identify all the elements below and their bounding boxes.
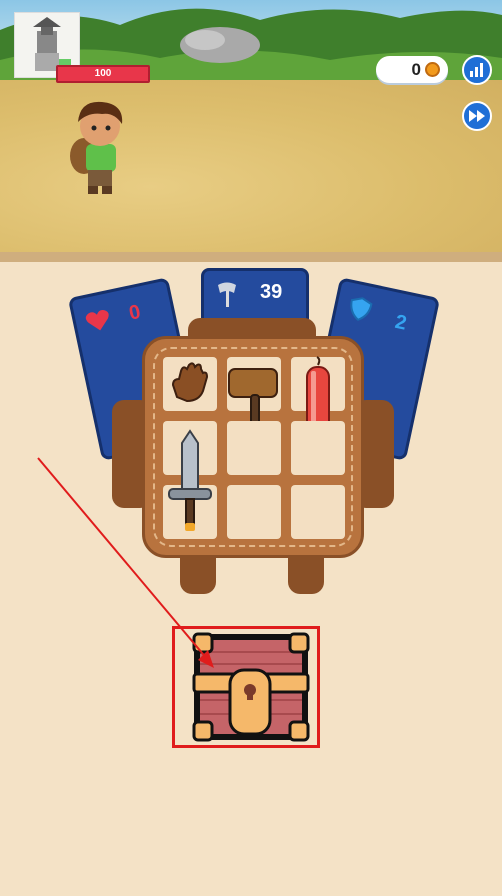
hero-character (70, 101, 123, 194)
attack-value: 39 (260, 281, 283, 303)
inventory-slot-3[interactable] (291, 356, 345, 452)
health-value: 0 (127, 300, 143, 325)
game-scene: 100 0 (0, 0, 502, 258)
coin-counter: 0 (376, 56, 448, 83)
inventory-slot-9[interactable] (291, 485, 345, 539)
treasure-chest-button[interactable] (190, 628, 312, 744)
stats-button[interactable] (462, 55, 492, 85)
speed-button[interactable] (462, 101, 492, 131)
inventory-slot-8[interactable] (227, 485, 281, 539)
shield-icon (350, 297, 373, 321)
player-hp-value: 100 (94, 68, 112, 79)
fast-forward-icon (469, 110, 485, 122)
coin-count: 0 (411, 59, 421, 79)
inventory-slot-2[interactable] (227, 357, 281, 460)
bar-chart-icon (470, 63, 483, 77)
inventory-slot-1[interactable] (163, 357, 217, 411)
heart-icon (85, 310, 109, 331)
backpack-inventory (142, 336, 364, 558)
scene-divider (0, 252, 502, 262)
defense-value: 2 (393, 310, 409, 335)
glove-icon (171, 362, 209, 403)
axe-icon (218, 282, 236, 307)
treasure-chest-icon (192, 632, 310, 742)
coin-icon (425, 62, 440, 77)
inventory-slot-6[interactable] (291, 421, 345, 475)
inventory-slot-5[interactable] (227, 421, 281, 475)
player-hp-bar: 100 (56, 65, 150, 83)
sword-icon (168, 429, 212, 531)
